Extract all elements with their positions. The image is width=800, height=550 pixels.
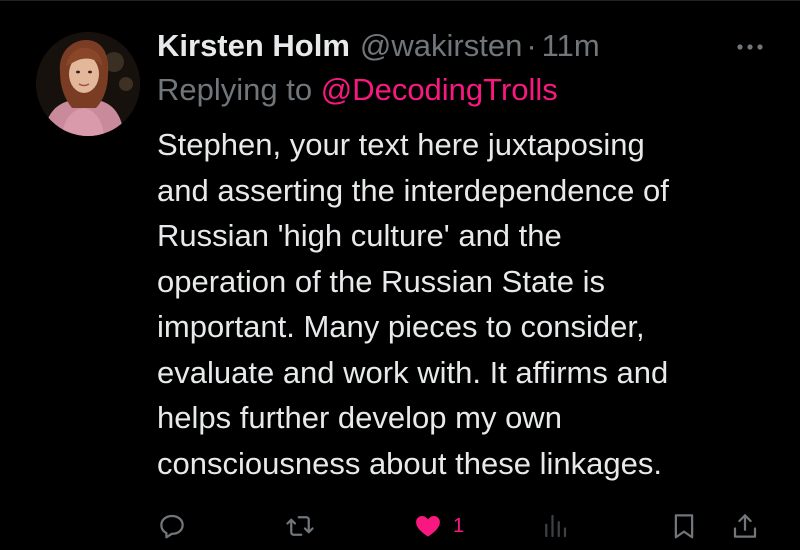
views-icon [545,514,567,538]
tweet-body-line: consciousness about these linkages. [157,445,662,481]
separator-dot: · [526,28,537,63]
replying-to-label: Replying to [157,72,313,107]
like-count: 1 [453,514,465,537]
reply-button[interactable] [157,508,187,544]
tweet-body-line: important. Many pieces to consider, [157,309,645,344]
bookmark-icon [674,514,694,539]
user-handle[interactable]: @wakirsten [360,26,522,66]
retweet-icon [286,516,314,536]
tweet-header: Kirsten Holm @wakirsten · 11m [157,26,777,66]
share-icon [733,514,757,538]
tweet-body-line: Russian 'high culture' and the [157,218,562,253]
action-bar: 1 [0,508,800,544]
tweet[interactable]: Kirsten Holm @wakirsten · 11m Replying t… [157,26,777,486]
tweet-body-line: evaluate and work with. It affirms and [157,354,669,390]
views-button[interactable] [540,508,570,544]
avatar-photo [36,32,140,136]
tweet-body-line: helps further develop my own [157,400,562,435]
more-options-icon[interactable] [733,32,767,62]
retweet-button[interactable] [285,508,315,544]
reply-icon [160,514,184,539]
tweet-body-line: Stephen, your text here juxtaposing [157,127,645,162]
tweet-body: Stephen, your text here juxtaposing and … [157,122,777,486]
tweet-body-line: and asserting the interdependence of [157,172,669,208]
top-divider [0,0,800,1]
replying-to-line: Replying to @DecodingTrolls [157,70,777,110]
display-name[interactable]: Kirsten Holm [157,26,350,66]
like-button[interactable]: 1 [413,508,464,544]
tweet-body-line: operation of the Russian State is [157,263,606,299]
timestamp[interactable]: 11m [542,26,600,66]
bookmark-button[interactable] [669,508,699,544]
share-button[interactable] [730,508,760,544]
replying-to-mention[interactable]: @DecodingTrolls [321,72,558,107]
avatar[interactable] [36,32,140,136]
heart-filled-icon [416,516,440,537]
